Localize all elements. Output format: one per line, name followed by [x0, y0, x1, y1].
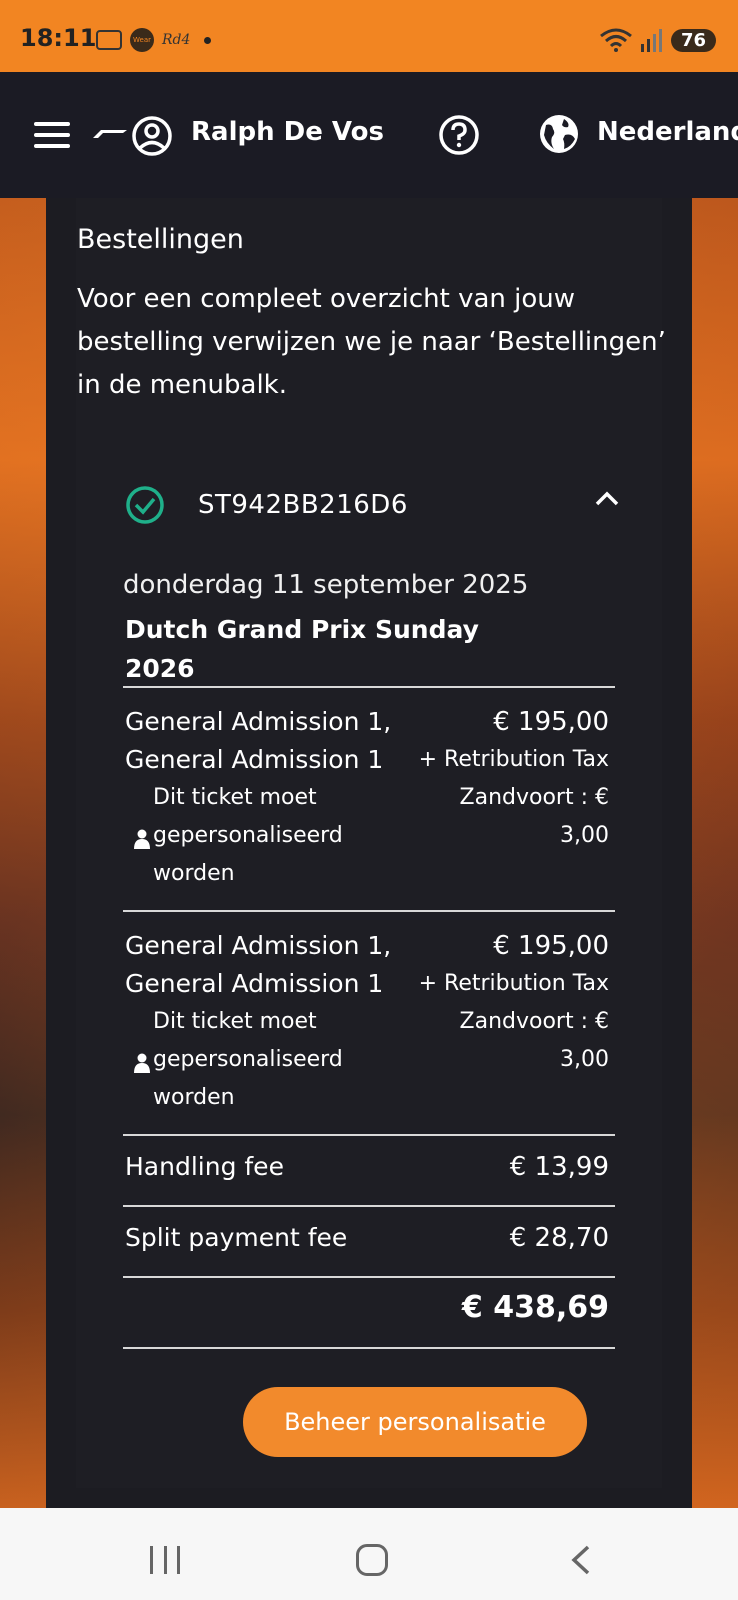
f1-logo-icon[interactable]: [93, 130, 127, 138]
recent-apps-icon[interactable]: [150, 1546, 180, 1574]
order-id[interactable]: ST942BB216D6: [198, 490, 408, 520]
split-payment-fee-label: Split payment fee: [125, 1223, 348, 1252]
event-name: Dutch Grand Prix Sunday 2026: [125, 615, 479, 683]
ticket-name: General Admission 1, General Admission 1: [125, 707, 392, 774]
person-icon: [134, 829, 150, 849]
wifi-icon: [600, 28, 632, 52]
intro-text: Voor een compleet overzicht van jouw bes…: [77, 284, 666, 400]
help-icon[interactable]: [438, 114, 480, 156]
order-total: € 438,69: [461, 1290, 609, 1325]
handling-fee-label: Handling fee: [125, 1152, 284, 1181]
ticket-price: € 195,00: [493, 707, 609, 737]
wear-app-icon: Wear: [130, 28, 154, 52]
app-header: Ralph De Vos Nederlands: [0, 72, 738, 198]
ticket-tax: + Retribution Tax Zandvoort : € 3,00: [418, 971, 609, 1072]
home-icon[interactable]: [356, 1544, 388, 1576]
split-payment-fee-value: € 28,70: [509, 1223, 609, 1253]
divider: [123, 910, 615, 912]
ticket-item: General Admission 1, General Admission 1…: [125, 703, 615, 893]
signal-icon: [640, 29, 662, 52]
person-icon: [134, 1053, 150, 1073]
divider: [123, 1205, 615, 1207]
divider: [123, 1347, 615, 1349]
app-notification-text: Rd4: [162, 32, 191, 48]
check-circle-icon: [126, 486, 164, 524]
ticket-personalize-note: Dit ticket moet gepersonaliseerd worden: [153, 785, 343, 886]
ticket-name: General Admission 1, General Admission 1: [125, 931, 392, 998]
divider: [123, 686, 615, 688]
manage-personalization-button[interactable]: Beheer personalisatie: [243, 1387, 587, 1457]
ticket-tax: + Retribution Tax Zandvoort : € 3,00: [418, 747, 609, 848]
ticket-item: General Admission 1, General Admission 1…: [125, 927, 615, 1117]
hamburger-menu-icon[interactable]: [34, 122, 70, 148]
divider: [123, 1134, 615, 1136]
status-bar: 18:11 Wear Rd4 76: [0, 0, 738, 72]
user-name[interactable]: Ralph De Vos: [191, 117, 384, 147]
status-notification-icons: Wear Rd4: [96, 28, 212, 52]
battery-level: 76: [670, 28, 716, 52]
status-system-icons: 76: [599, 28, 716, 52]
ticket-personalize-note: Dit ticket moet gepersonaliseerd worden: [153, 1009, 343, 1110]
status-time: 18:11: [20, 24, 97, 52]
divider: [123, 1276, 615, 1278]
order-date: donderdag 11 september 2025: [123, 570, 529, 600]
language-selector[interactable]: Nederlands: [597, 117, 738, 147]
ticket-price: € 195,00: [493, 931, 609, 961]
globe-icon[interactable]: [538, 113, 580, 155]
more-notifications-dot-icon: [204, 36, 212, 44]
section-title: Bestellingen: [77, 224, 244, 255]
account-icon[interactable]: [131, 115, 173, 157]
back-icon[interactable]: [568, 1544, 592, 1576]
handling-fee-value: € 13,99: [509, 1152, 609, 1182]
screenshot-icon: [96, 30, 122, 50]
system-nav-bar: [0, 1508, 738, 1600]
chevron-up-icon[interactable]: [594, 490, 620, 506]
